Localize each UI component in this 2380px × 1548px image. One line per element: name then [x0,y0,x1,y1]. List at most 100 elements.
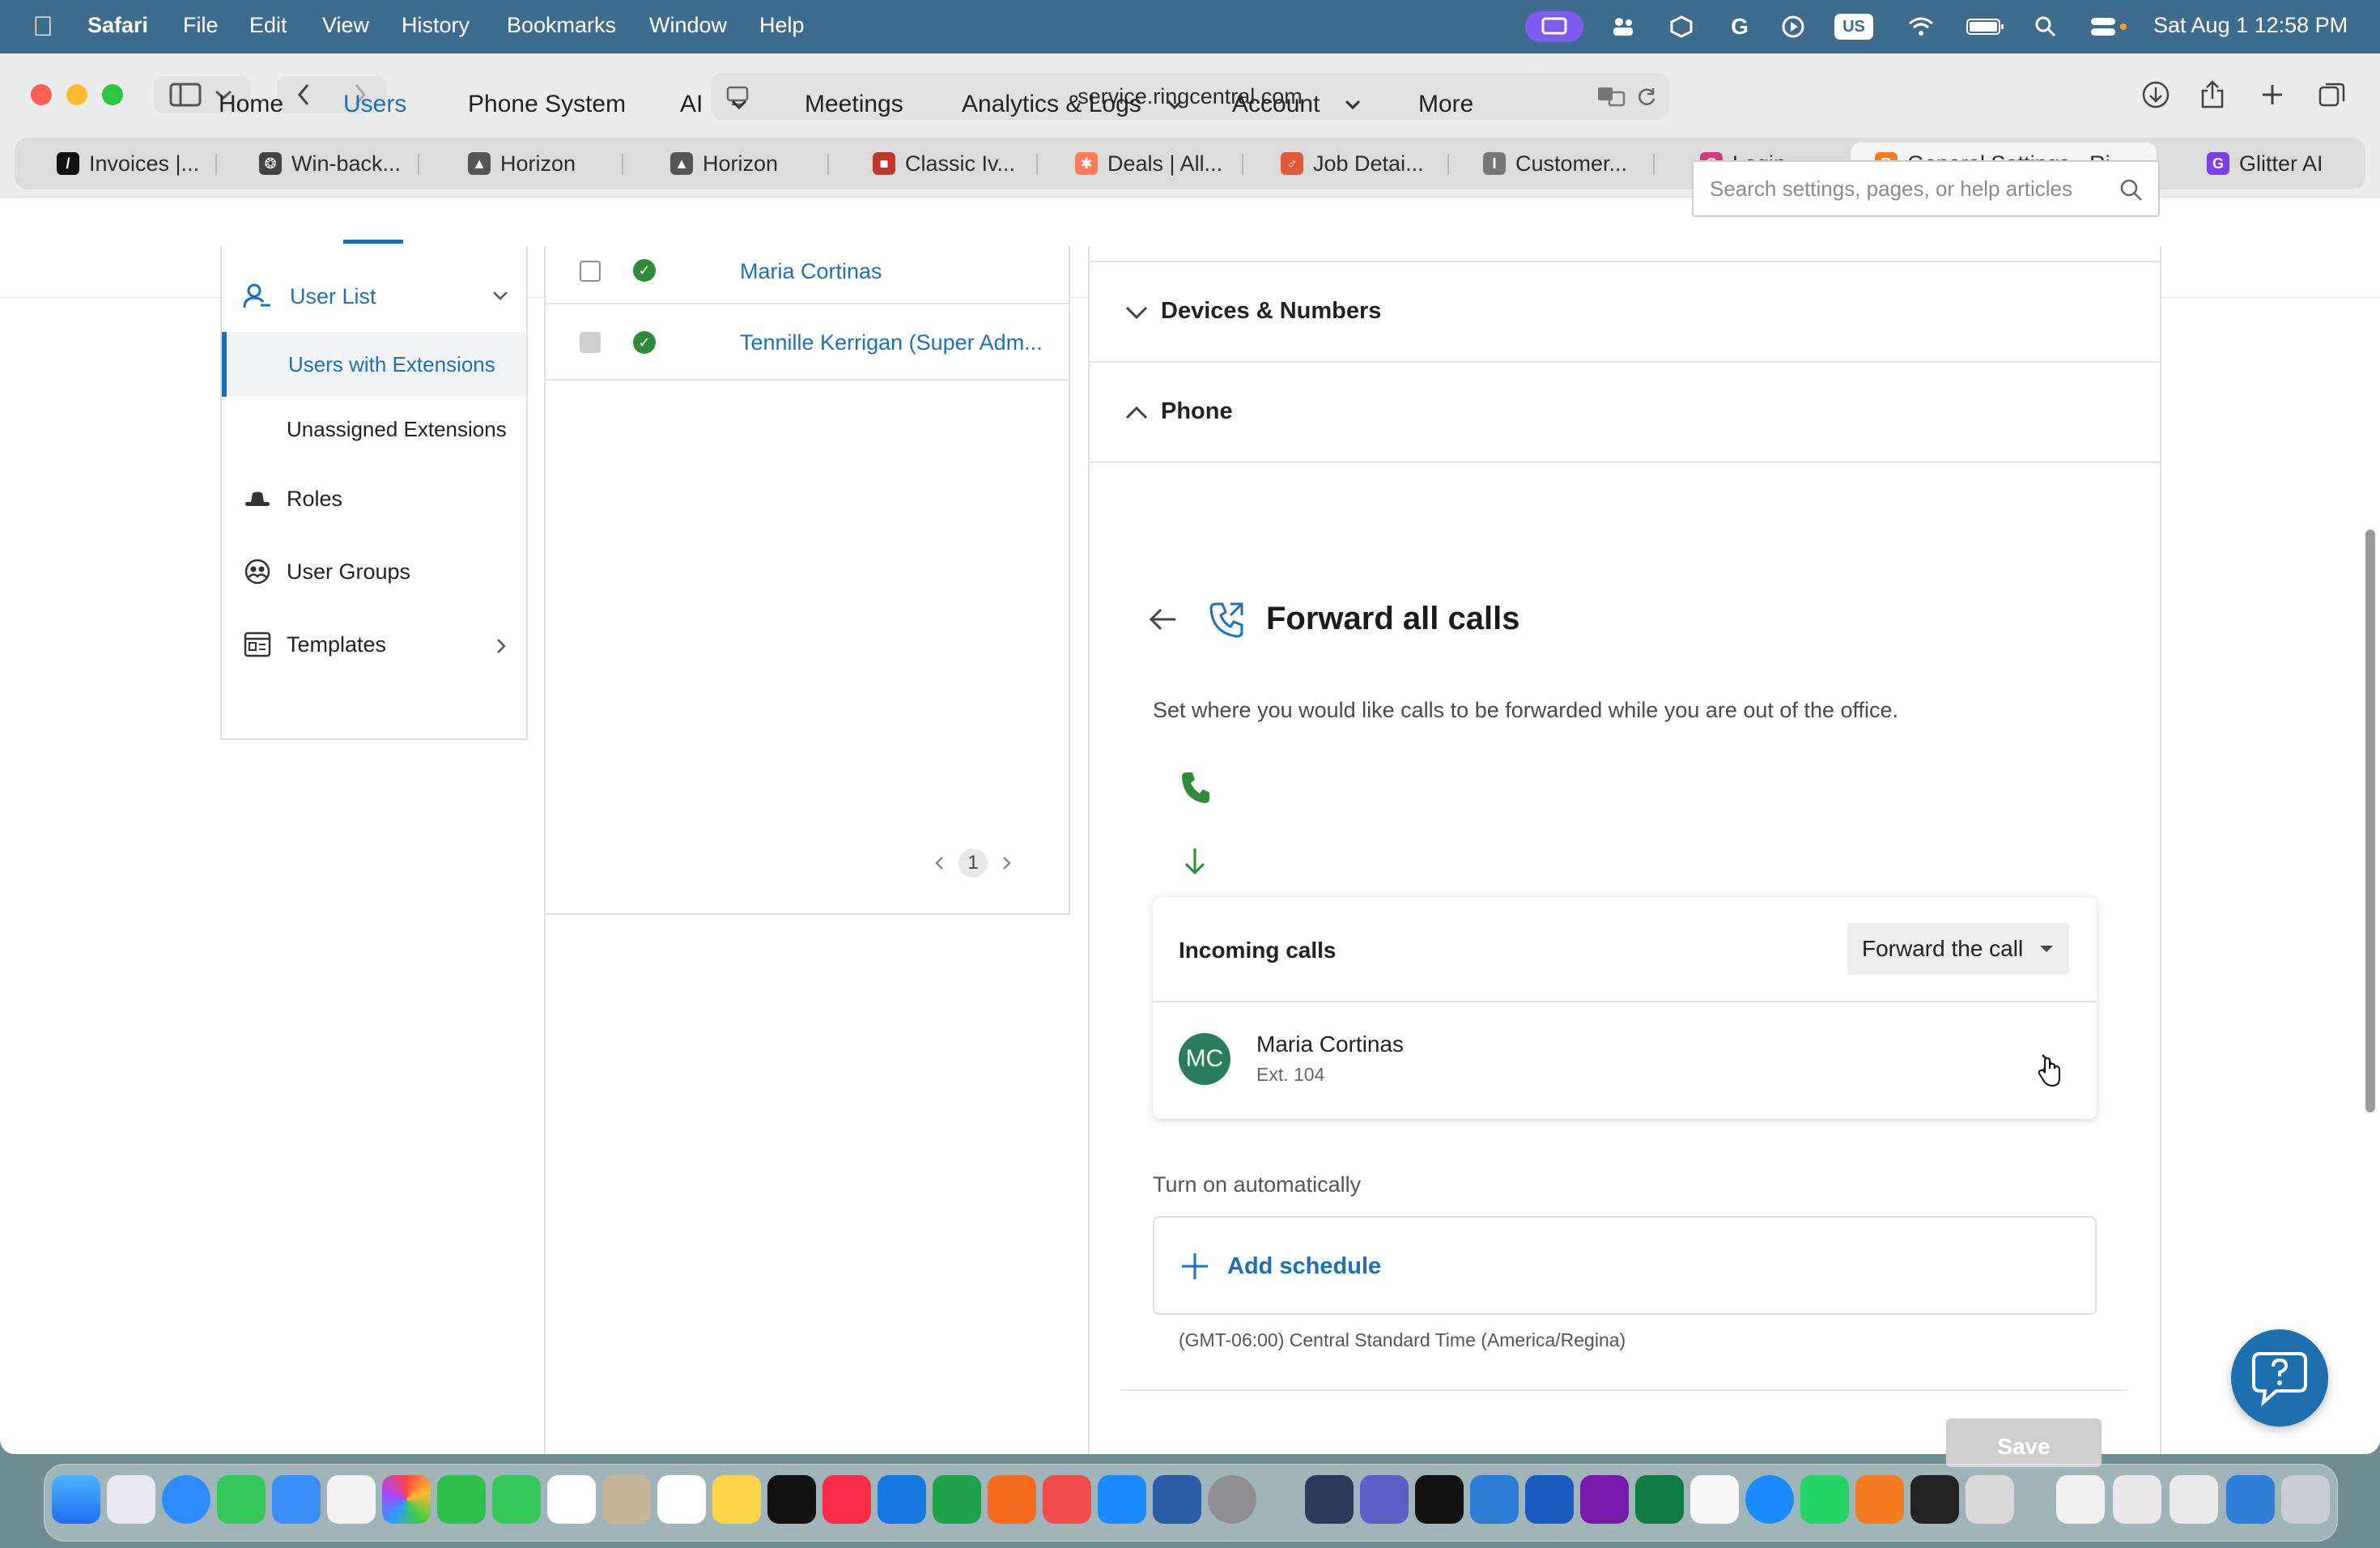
safari-icon[interactable] [162,1475,210,1524]
browser-tab[interactable]: I Customer... [1483,142,1653,185]
excel-icon[interactable] [1635,1475,1684,1524]
back-arrow-icon[interactable] [1146,606,1179,633]
translate-icon[interactable] [1596,85,1627,112]
browser-tab[interactable]: / Invoices |... [57,142,227,185]
browser-tab[interactable]: G Glitter AI [2207,142,2361,185]
menu-history[interactable]: History [402,13,470,38]
notes-icon[interactable] [712,1475,761,1524]
user-name-link[interactable]: Tennille Kerrigan (Super Adm... [740,330,1043,355]
add-schedule-button[interactable]: Add schedule [1227,1253,1381,1280]
add-schedule-box[interactable]: Add schedule [1153,1216,2097,1315]
nav-more[interactable]: More [1418,91,1473,118]
screen-share-icon[interactable] [1525,11,1583,42]
tab-overview-icon[interactable] [2314,76,2351,113]
back-button[interactable] [277,76,332,113]
reload-icon[interactable] [1635,85,1658,112]
teams-icon[interactable] [1608,11,1638,42]
menubar-clock[interactable]: Sat Aug 1 12:58 PM [2153,13,2348,38]
save-button[interactable]: Save [1946,1418,2102,1467]
table-row[interactable]: ✓ Tennille Kerrigan (Super Adm... [546,306,1069,381]
maps-icon[interactable] [327,1475,376,1524]
outlook-icon[interactable] [1470,1475,1519,1524]
settings-search-input[interactable]: Search settings, pages, or help articles [1692,160,2160,217]
pixel-app-icon[interactable] [1910,1475,1959,1524]
sheet-app-icon[interactable] [1690,1475,1739,1524]
menu-app-name[interactable]: Safari [87,13,148,38]
nav-analytics-logs[interactable]: Analytics & Logs [962,91,1185,118]
quick-assist-icon[interactable] [1745,1475,1794,1524]
user-name-link[interactable]: Maria Cortinas [740,259,882,284]
browser-tab[interactable]: ♂ Job Detai... [1281,142,1443,185]
browser-tab[interactable]: ❂ Win-back... [259,142,429,185]
browser-tab[interactable]: ▲ Horizon [670,142,816,185]
share-icon[interactable] [2194,76,2231,113]
control-center-icon[interactable] [2087,11,2131,42]
minimize-window-button[interactable] [66,84,87,105]
sidebar-item-user-list[interactable]: User List [222,264,526,329]
teams-app-icon[interactable] [1360,1475,1409,1524]
nav-meetings[interactable]: Meetings [805,91,903,118]
help-chat-button[interactable] [2231,1329,2328,1427]
downloads-folder-icon[interactable] [2113,1475,2161,1524]
cube-icon[interactable] [1666,11,1697,42]
grammarly-app-icon[interactable] [1415,1475,1464,1524]
photos-icon[interactable] [382,1475,431,1524]
rocket-app-icon[interactable] [1043,1475,1091,1524]
input-source-badge[interactable]: US [1834,14,1873,40]
launchpad-icon[interactable] [107,1475,155,1524]
sidebar-item-roles[interactable]: Roles [222,466,526,531]
wifi-icon[interactable] [1906,11,1936,42]
calendar-icon[interactable] [547,1475,596,1524]
browser-tab[interactable]: ▲ Horizon [468,142,614,185]
menu-window[interactable]: Window [649,13,727,38]
system-settings-icon[interactable] [1208,1475,1256,1524]
accordion-devices-numbers[interactable]: Devices & Numbers [1090,262,2160,363]
preview-icon[interactable] [1153,1475,1201,1524]
nav-ai[interactable]: AI [680,91,750,118]
close-window-button[interactable] [31,84,52,105]
music-icon[interactable] [822,1475,871,1524]
nav-users[interactable]: Users [343,91,406,118]
call-action-dropdown[interactable]: Forward the call [1847,923,2069,975]
browser-tab[interactable]: ✱ Deals | All... [1075,142,1237,185]
reminders-icon[interactable] [657,1475,706,1524]
new-tab-icon[interactable] [2254,76,2291,113]
sidebar-item-user-groups[interactable]: User Groups [222,539,526,604]
menu-file[interactable]: File [183,13,219,38]
menu-bookmarks[interactable]: Bookmarks [507,13,616,38]
calculator-icon[interactable] [1966,1475,2014,1524]
menu-edit[interactable]: Edit [249,13,287,38]
table-row[interactable]: ✓ Maria Cortinas [546,214,1069,304]
sidebar-item-unassigned-extensions[interactable]: Unassigned Extensions [222,397,526,461]
screens-folder-icon[interactable] [2226,1475,2275,1524]
documents-folder-icon[interactable] [2056,1475,2105,1524]
contacts-icon[interactable] [602,1475,651,1524]
accordion-phone[interactable]: Phone [1090,363,2160,463]
mail-icon[interactable] [272,1475,321,1524]
app-icon[interactable] [1305,1475,1354,1524]
tv-icon[interactable] [767,1475,816,1524]
trash-icon[interactable] [2281,1475,2330,1524]
keynote-icon[interactable] [878,1475,926,1524]
search-icon[interactable] [2119,178,2144,202]
recent-files-icon[interactable] [2170,1475,2218,1524]
chevron-right-icon[interactable] [999,854,1014,872]
apple-icon[interactable]:  [28,11,58,42]
onenote-icon[interactable] [1580,1475,1629,1524]
ringcentral-icon[interactable] [1855,1475,1904,1524]
browser-tab[interactable]: ■ Classic Iv... [873,142,1035,185]
numbers-icon[interactable] [933,1475,981,1524]
pages-icon[interactable] [988,1475,1036,1524]
nav-phone-system[interactable]: Phone System [468,91,626,118]
chevron-left-icon[interactable] [933,854,947,872]
menu-view[interactable]: View [322,13,369,38]
zoom-window-button[interactable] [102,84,123,105]
sidebar-item-users-with-extensions[interactable]: Users with Extensions [222,332,526,397]
page-number[interactable]: 1 [958,848,988,878]
battery-icon[interactable] [1964,11,2008,42]
spotlight-search-icon[interactable] [2030,11,2061,42]
menu-help[interactable]: Help [759,13,805,38]
phone-app-icon[interactable] [492,1475,541,1524]
row-checkbox[interactable] [580,261,601,282]
finder-icon[interactable] [52,1475,100,1524]
